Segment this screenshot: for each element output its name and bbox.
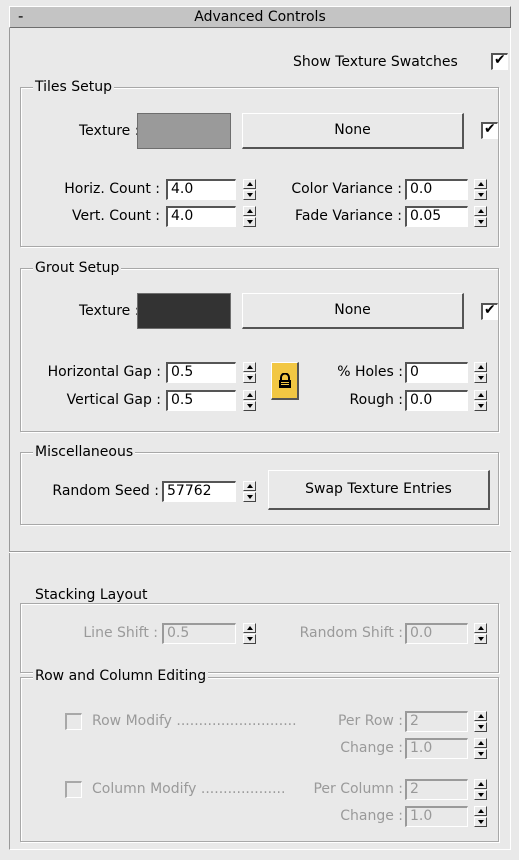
- grout-texture-label: Texture :: [79, 303, 140, 319]
- random-shift-input[interactable]: 0.0: [405, 623, 468, 644]
- per-row-label: Per Row :: [337, 713, 403, 729]
- random-shift-label: Random Shift :: [299, 625, 403, 641]
- horiz-count-input[interactable]: 4.0: [166, 179, 236, 200]
- checkmark-icon: ✔: [484, 302, 496, 318]
- rollout-header[interactable]: - Advanced Controls: [9, 6, 511, 28]
- line-shift-label: Line Shift :: [83, 625, 158, 641]
- lock-icon: [279, 373, 291, 388]
- rough-label: Rough :: [349, 392, 403, 408]
- line-shift-spinner[interactable]: [243, 623, 256, 644]
- per-column-spinner[interactable]: [474, 779, 487, 800]
- row-change-input[interactable]: 1.0: [405, 738, 468, 759]
- column-modify-label: Column Modify ...................: [92, 781, 286, 797]
- row-modify-label: Row Modify ...........................: [92, 713, 297, 729]
- misc-title: Miscellaneous: [33, 444, 136, 460]
- vert-count-label: Vert. Count :: [72, 208, 160, 224]
- random-seed-spinner[interactable]: [243, 481, 256, 502]
- tiles-texture-checkbox[interactable]: ✔: [481, 121, 498, 139]
- column-change-input[interactable]: 1.0: [405, 806, 468, 827]
- tiles-texture-label: Texture :: [79, 123, 140, 139]
- rough-input[interactable]: 0.0: [405, 390, 468, 411]
- stacking-layout-title: Stacking Layout: [33, 587, 150, 603]
- grout-texture-checkbox[interactable]: ✔: [481, 302, 498, 320]
- vertical-gap-label: Vertical Gap :: [66, 392, 161, 408]
- random-shift-spinner[interactable]: [474, 623, 487, 644]
- per-column-input[interactable]: 2: [405, 779, 468, 800]
- vertical-gap-input[interactable]: 0.5: [166, 390, 236, 411]
- checkmark-icon: ✔: [484, 121, 496, 137]
- show-swatches-label: Show Texture Swatches: [293, 54, 458, 70]
- tiles-color-swatch[interactable]: [137, 113, 231, 149]
- holes-spinner[interactable]: [474, 362, 487, 383]
- fade-variance-spinner[interactable]: [474, 206, 487, 227]
- random-seed-input[interactable]: 57762: [162, 481, 236, 502]
- tiles-texture-button[interactable]: None: [242, 113, 464, 149]
- per-row-spinner[interactable]: [474, 711, 487, 732]
- column-modify-checkbox[interactable]: [65, 781, 82, 798]
- vertical-gap-spinner[interactable]: [243, 390, 256, 411]
- grout-color-swatch[interactable]: [137, 293, 231, 329]
- per-column-label: Per Column :: [313, 781, 403, 797]
- rollout-title: Advanced Controls: [194, 9, 326, 25]
- horiz-count-spinner[interactable]: [243, 179, 256, 200]
- horizontal-gap-spinner[interactable]: [243, 362, 256, 383]
- horizontal-gap-input[interactable]: 0.5: [166, 362, 236, 383]
- grout-setup-title: Grout Setup: [33, 260, 122, 276]
- fade-variance-input[interactable]: 0.05: [405, 206, 468, 227]
- row-column-editing-title: Row and Column Editing: [33, 668, 209, 684]
- per-row-input[interactable]: 2: [405, 711, 468, 732]
- vert-count-input[interactable]: 4.0: [166, 206, 236, 227]
- column-change-label: Change :: [340, 808, 403, 824]
- section-separator: [9, 551, 511, 553]
- checkmark-icon: ✔: [494, 52, 506, 68]
- row-change-label: Change :: [340, 740, 403, 756]
- color-variance-input[interactable]: 0.0: [405, 179, 468, 200]
- color-variance-spinner[interactable]: [474, 179, 487, 200]
- row-change-spinner[interactable]: [474, 738, 487, 759]
- show-swatches-checkbox[interactable]: ✔: [491, 52, 508, 70]
- fade-variance-label: Fade Variance :: [295, 208, 402, 224]
- column-change-spinner[interactable]: [474, 806, 487, 827]
- vert-count-spinner[interactable]: [243, 206, 256, 227]
- rough-spinner[interactable]: [474, 390, 487, 411]
- holes-label: % Holes :: [337, 364, 403, 380]
- row-modify-checkbox[interactable]: [65, 713, 82, 730]
- grout-texture-button[interactable]: None: [242, 293, 464, 329]
- horiz-count-label: Horiz. Count :: [64, 181, 160, 197]
- gap-lock-button[interactable]: [271, 362, 299, 400]
- holes-input[interactable]: 0: [405, 362, 468, 383]
- color-variance-label: Color Variance :: [291, 181, 402, 197]
- random-seed-label: Random Seed :: [52, 483, 159, 499]
- swap-texture-button[interactable]: Swap Texture Entries: [268, 470, 490, 510]
- line-shift-input[interactable]: 0.5: [162, 623, 236, 644]
- tiles-setup-title: Tiles Setup: [33, 79, 115, 95]
- horizontal-gap-label: Horizontal Gap :: [47, 364, 161, 380]
